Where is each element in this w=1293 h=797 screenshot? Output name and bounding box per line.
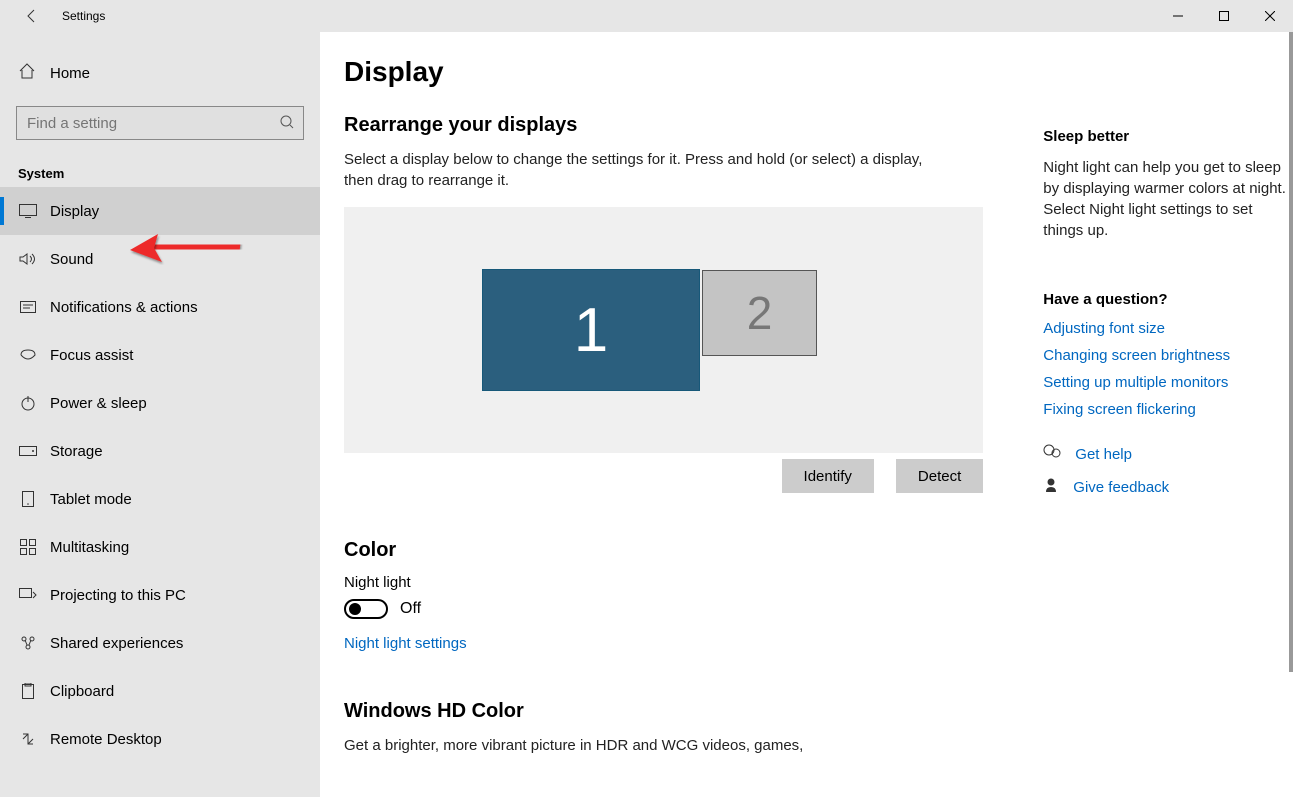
- sidebar-item-storage[interactable]: Storage: [0, 427, 320, 475]
- hd-color-desc: Get a brighter, more vibrant picture in …: [344, 735, 954, 756]
- power-icon: [18, 395, 38, 411]
- shared-icon: [18, 635, 38, 651]
- sidebar-home[interactable]: Home: [0, 52, 320, 94]
- focus-assist-icon: [18, 347, 38, 363]
- display-icon: [18, 204, 38, 218]
- sidebar-item-clipboard[interactable]: Clipboard: [0, 667, 320, 715]
- page-title: Display: [344, 56, 983, 88]
- sidebar-item-remote-desktop[interactable]: Remote Desktop: [0, 715, 320, 763]
- hd-color-title: Windows HD Color: [344, 700, 983, 723]
- close-button[interactable]: [1247, 0, 1293, 32]
- get-help-row[interactable]: Get help: [1043, 444, 1293, 465]
- sleep-better-text: Night light can help you get to sleep by…: [1043, 157, 1293, 241]
- back-button[interactable]: [16, 8, 48, 24]
- search-icon: [280, 115, 294, 129]
- category-label: System: [0, 152, 320, 187]
- minimize-button[interactable]: [1155, 0, 1201, 32]
- projecting-icon: [18, 588, 38, 602]
- help-link-brightness[interactable]: Changing screen brightness: [1043, 347, 1293, 364]
- scrollbar[interactable]: [1289, 32, 1293, 672]
- search-container: [16, 106, 304, 140]
- home-icon: [18, 62, 38, 84]
- detect-button[interactable]: Detect: [896, 459, 983, 493]
- sidebar-item-notifications[interactable]: Notifications & actions: [0, 283, 320, 331]
- sidebar-item-projecting[interactable]: Projecting to this PC: [0, 571, 320, 619]
- give-feedback-row[interactable]: Give feedback: [1043, 477, 1293, 498]
- sidebar-item-focus-assist[interactable]: Focus assist: [0, 331, 320, 379]
- sound-icon: [18, 252, 38, 266]
- help-icon: [1043, 444, 1061, 465]
- night-light-label: Night light: [344, 574, 983, 591]
- remote-desktop-icon: [18, 731, 38, 747]
- sidebar-item-display[interactable]: Display: [0, 187, 320, 235]
- tablet-icon: [18, 491, 38, 507]
- monitor-arrangement: 1 2: [344, 207, 983, 453]
- sidebar-item-tablet-mode[interactable]: Tablet mode: [0, 475, 320, 523]
- titlebar: Settings: [0, 0, 1293, 32]
- night-light-state: Off: [400, 600, 421, 618]
- home-label: Home: [50, 65, 90, 82]
- feedback-icon: [1043, 477, 1059, 498]
- notifications-icon: [18, 299, 38, 315]
- identify-button[interactable]: Identify: [782, 459, 874, 493]
- sidebar-item-shared-experiences[interactable]: Shared experiences: [0, 619, 320, 667]
- rearrange-title: Rearrange your displays: [344, 114, 983, 137]
- multitasking-icon: [18, 539, 38, 555]
- storage-icon: [18, 446, 38, 456]
- sleep-better-title: Sleep better: [1043, 128, 1293, 145]
- night-light-toggle[interactable]: [344, 599, 388, 619]
- window-title: Settings: [62, 9, 105, 23]
- sidebar-item-multitasking[interactable]: Multitasking: [0, 523, 320, 571]
- sidebar-item-sound[interactable]: Sound: [0, 235, 320, 283]
- night-light-settings-link[interactable]: Night light settings: [344, 635, 467, 652]
- help-link-flickering[interactable]: Fixing screen flickering: [1043, 401, 1293, 418]
- question-title: Have a question?: [1043, 291, 1293, 308]
- color-title: Color: [344, 539, 983, 562]
- help-link-monitors[interactable]: Setting up multiple monitors: [1043, 374, 1293, 391]
- sidebar-item-power-sleep[interactable]: Power & sleep: [0, 379, 320, 427]
- monitor-2[interactable]: 2: [702, 270, 817, 356]
- search-input[interactable]: [16, 106, 304, 140]
- clipboard-icon: [18, 683, 38, 699]
- help-link-font-size[interactable]: Adjusting font size: [1043, 320, 1293, 337]
- monitor-1[interactable]: 1: [482, 269, 700, 391]
- give-feedback-link: Give feedback: [1073, 479, 1169, 496]
- sidebar: Home System Display Sound Notifications …: [0, 32, 320, 797]
- get-help-link: Get help: [1075, 446, 1132, 463]
- maximize-button[interactable]: [1201, 0, 1247, 32]
- rearrange-desc: Select a display below to change the set…: [344, 149, 954, 191]
